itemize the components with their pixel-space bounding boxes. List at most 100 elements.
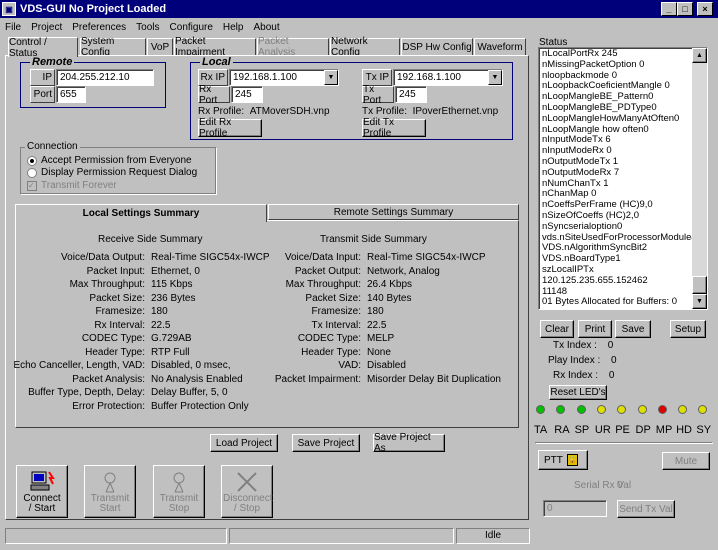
save-project-as-button[interactable]: Save Project As xyxy=(373,432,445,454)
menu-preferences[interactable]: Preferences xyxy=(67,22,131,33)
clear-button[interactable]: Clear xyxy=(540,320,574,338)
status-line: nMissingPacketOption 0 xyxy=(542,58,645,70)
reset-leds-button[interactable]: Reset LED's xyxy=(549,385,607,400)
tab-packet-analysis[interactable]: Packet Analysis xyxy=(257,36,329,58)
menu-tools[interactable]: Tools xyxy=(131,22,164,33)
summary-row: Packet Size: 140 Bytes xyxy=(218,292,411,305)
tab-network-config[interactable]: Network Config xyxy=(330,36,400,58)
disconnect-stop-button[interactable]: Disconnect / Stop xyxy=(221,465,273,518)
tab-vop[interactable]: VoP xyxy=(147,38,173,56)
scroll-thumb[interactable] xyxy=(692,276,707,294)
radio-button[interactable] xyxy=(27,155,37,166)
app-icon: ▣ xyxy=(2,2,16,16)
tx-summary-title: Transmit Side Summary xyxy=(320,234,427,245)
summary-key: Error Protection: xyxy=(72,400,145,412)
menu-about[interactable]: About xyxy=(248,22,284,33)
summary-row: Packet Analysis: No Analysis Enabled xyxy=(5,373,243,386)
divider xyxy=(535,442,713,444)
mute-button[interactable]: Mute xyxy=(662,452,710,470)
transmitter-icon xyxy=(104,472,116,493)
radio-button[interactable] xyxy=(27,167,37,178)
statusbar-state: Idle xyxy=(456,528,530,544)
summary-key: Rx Interval: xyxy=(94,319,145,331)
transmit-stop-button[interactable]: Transmit Stop xyxy=(153,465,205,518)
status-line: 01 Bytes Allocated for Buffers: 0 xyxy=(542,296,678,308)
tx-ip-select[interactable]: 192.168.1.100 ▼ xyxy=(393,69,503,86)
radio-display-dialog[interactable]: Display Permission Request Dialog xyxy=(27,167,197,178)
led-label: TA xyxy=(534,424,548,436)
close-button[interactable]: × xyxy=(697,2,713,16)
transmit-start-button[interactable]: Transmit Start xyxy=(84,465,136,518)
status-log[interactable]: nLocalPortRx 245 nMissingPacketOption 0 nl… xyxy=(538,47,708,310)
led-light xyxy=(556,405,566,414)
summary-key: Packet Output: xyxy=(294,265,361,277)
menu-help[interactable]: Help xyxy=(218,22,249,33)
remote-port-field[interactable]: 655 xyxy=(56,86,86,103)
summary-row: Packet Impairment: Misorder Delay Bit Dup… xyxy=(218,373,501,386)
tab-waveform[interactable]: Waveform xyxy=(474,38,526,56)
edit-tx-profile-button[interactable]: Edit Tx Profile xyxy=(362,117,426,139)
setup-button[interactable]: Setup xyxy=(670,320,706,338)
summary-value: 115 Kbps xyxy=(151,279,193,290)
send-tx-val-button[interactable]: Send Tx Val xyxy=(617,500,675,518)
save-project-button[interactable]: Save Project xyxy=(292,434,360,452)
tab-dsp-hw-config[interactable]: DSP Hw Config xyxy=(401,38,473,56)
tab-local-summary[interactable]: Local Settings Summary xyxy=(15,204,267,222)
send-value-field[interactable]: 0 xyxy=(543,500,607,517)
serial-rx-value: 0 xyxy=(617,480,623,491)
play-index-value: 0 xyxy=(611,355,617,366)
chevron-down-icon[interactable]: ▼ xyxy=(488,70,502,85)
summary-value: None xyxy=(367,346,391,358)
maximize-button[interactable]: □ xyxy=(677,2,693,16)
transmit-stop-label: Transmit Stop xyxy=(159,493,199,514)
tab-remote-summary[interactable]: Remote Settings Summary xyxy=(268,204,519,220)
remote-ip-field[interactable]: 204.255.212.10 xyxy=(56,69,154,86)
summary-value: Network, Analog xyxy=(367,265,440,277)
led-label: SY xyxy=(696,424,712,436)
summary-key: Echo Canceller, Length, VAD: xyxy=(13,360,145,371)
summary-value: Ethernet, 0 xyxy=(151,265,200,277)
tab-control-status[interactable]: Control / Status xyxy=(8,37,78,59)
title-bar: ▣ VDS-GUI No Project Loaded _ □ × xyxy=(0,0,718,18)
menu-project[interactable]: Project xyxy=(26,22,67,33)
radio-accept-everyone[interactable]: Accept Permission from Everyone xyxy=(27,155,192,166)
remote-ip-label: IP xyxy=(30,69,55,86)
rx-profile-label: Rx Profile: xyxy=(198,106,245,117)
chevron-down-icon[interactable]: ▼ xyxy=(324,70,338,85)
rx-port-field[interactable]: 245 xyxy=(231,86,263,103)
summary-key: Packet Size: xyxy=(89,292,145,304)
led-light xyxy=(576,405,586,414)
save-status-button[interactable]: Save xyxy=(615,320,651,338)
summary-row: Buffer Type, Depth, Delay: Delay Buffer, … xyxy=(5,386,227,399)
edit-rx-profile-button[interactable]: Edit Rx Profile xyxy=(198,117,262,139)
summary-key: Voice/Data Input: xyxy=(284,252,361,263)
tab-packet-impairment[interactable]: Packet Impairment xyxy=(174,36,256,58)
led-light xyxy=(617,405,627,414)
led-light xyxy=(698,405,708,414)
ptt-button[interactable]: PTT 🔒 xyxy=(538,450,588,470)
summary-key: VAD: xyxy=(338,360,361,371)
scroll-up-icon[interactable]: ▲ xyxy=(692,48,707,63)
transmit-forever-checkbox[interactable]: ✓ Transmit Forever xyxy=(27,180,117,191)
tx-port-field[interactable]: 245 xyxy=(395,86,427,103)
summary-row: Max Throughput: 115 Kbps xyxy=(5,278,193,291)
menu-file[interactable]: File xyxy=(0,22,26,33)
menu-configure[interactable]: Configure xyxy=(165,22,218,33)
summary-row: Tx Interval: 22.5 xyxy=(218,319,387,332)
radio-accept-label: Accept Permission from Everyone xyxy=(41,155,192,166)
print-button[interactable]: Print xyxy=(578,320,612,338)
summary-row: Error Protection: Buffer Protection Only xyxy=(5,400,248,413)
summary-row: VAD: Disabled xyxy=(218,359,406,372)
rx-ip-select[interactable]: 192.168.1.100 ▼ xyxy=(229,69,339,86)
scroll-down-icon[interactable]: ▼ xyxy=(692,294,707,309)
minimize-button[interactable]: _ xyxy=(661,2,677,16)
tx-profile-value: IPoverEthernet.vnp xyxy=(412,106,499,117)
summary-row: Framesize: 180 xyxy=(5,305,168,318)
connect-start-button[interactable]: Connect / Start xyxy=(16,465,68,518)
status-scrollbar[interactable]: ▲ ▼ xyxy=(692,48,707,309)
summary-key: Buffer Type, Depth, Delay: xyxy=(28,387,145,398)
load-project-button[interactable]: Load Project xyxy=(210,434,278,452)
tab-system-config[interactable]: System Config xyxy=(80,36,146,58)
transmitter-icon xyxy=(173,472,185,493)
summary-value: G.729AB xyxy=(151,333,192,344)
